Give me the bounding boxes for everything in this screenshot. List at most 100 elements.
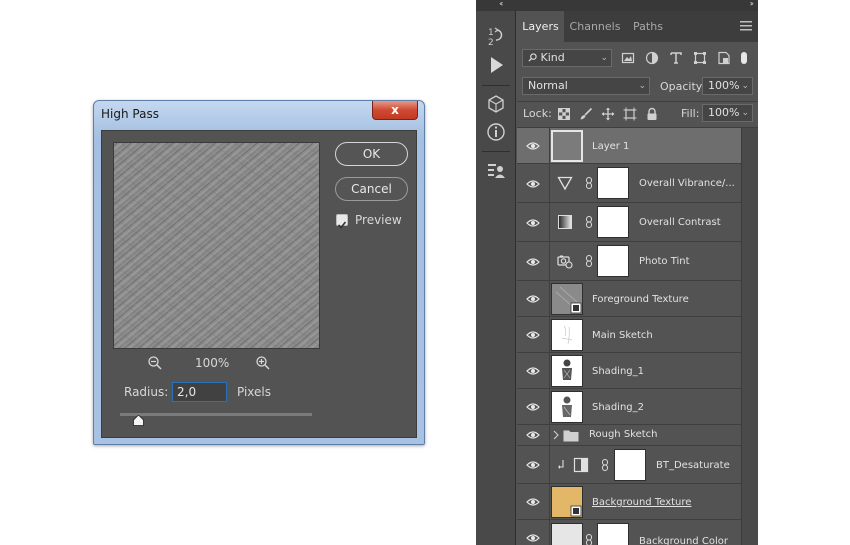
filter-kind-dropdown[interactable]: Kind ⌄: [522, 49, 612, 67]
visibility-eye-icon[interactable]: [526, 179, 540, 189]
layer-row-photo-tint[interactable]: Photo Tint: [517, 242, 741, 281]
visibility-eye-icon[interactable]: [526, 366, 540, 376]
opacity-input[interactable]: 100% ⌄: [702, 77, 753, 95]
layer-thumbnail: [551, 355, 583, 387]
dialog-title: High Pass: [101, 107, 159, 121]
link-chain-icon[interactable]: [585, 216, 593, 228]
visibility-eye-icon[interactable]: [526, 218, 540, 228]
link-chain-icon[interactable]: [601, 459, 609, 471]
row-divider: [549, 317, 550, 352]
radius-input[interactable]: 2,0: [172, 382, 227, 402]
layer-row-shading-2[interactable]: Shading_2: [517, 389, 741, 425]
lock-all-icon[interactable]: [645, 107, 659, 121]
layer-mask-thumbnail[interactable]: [614, 449, 646, 481]
clipping-mask-arrow-icon: [558, 460, 564, 469]
visibility-eye-icon[interactable]: [526, 257, 540, 267]
shape-filter-icon[interactable]: [693, 51, 707, 65]
panel-tabs: Layers Channels Paths: [517, 11, 758, 42]
layer-name: Shading_2: [592, 402, 644, 413]
panel-menu-icon[interactable]: [740, 21, 752, 31]
fill-value: 100%: [708, 106, 740, 119]
visibility-eye-icon[interactable]: [526, 330, 540, 340]
svg-text:1: 1: [488, 28, 494, 38]
properties-icon[interactable]: [485, 160, 507, 182]
layer-row-overall-vibrance[interactable]: Overall Vibrance/...: [517, 164, 741, 203]
panel-toolstrip: 1 2: [476, 11, 516, 545]
row-divider: [549, 242, 550, 280]
layer-mask-thumbnail[interactable]: [597, 167, 629, 199]
layer-row-background-color[interactable]: Background Color: [517, 520, 741, 545]
layer-row-rough-sketch-group[interactable]: Rough Sketch: [517, 425, 741, 446]
link-chain-icon[interactable]: [585, 255, 593, 267]
blend-mode-dropdown[interactable]: Normal ⌄: [522, 77, 650, 95]
ok-button[interactable]: OK: [335, 142, 408, 166]
lock-label: Lock:: [523, 107, 552, 120]
zoom-in-icon[interactable]: [255, 355, 271, 371]
lock-artboard-icon[interactable]: [623, 107, 637, 121]
tab-layers[interactable]: Layers: [517, 11, 564, 42]
lock-pixels-brush-icon[interactable]: [579, 107, 593, 121]
preview-checkbox[interactable]: [336, 214, 348, 229]
layer-name: Background Color: [639, 536, 728, 545]
lock-transparent-icon[interactable]: [557, 107, 571, 121]
search-icon: [528, 53, 537, 62]
figure-preview: [562, 359, 572, 380]
chevron-down-icon: ⌄: [741, 108, 749, 118]
visibility-eye-icon[interactable]: [526, 430, 540, 440]
link-chain-icon[interactable]: [585, 534, 593, 545]
smart-object-filter-icon[interactable]: [717, 51, 731, 65]
zoom-value: 100%: [195, 356, 230, 370]
vibrance-icon: [557, 176, 573, 191]
smart-object-badge-icon: [555, 286, 582, 314]
cancel-button[interactable]: Cancel: [335, 177, 408, 201]
radius-slider-track[interactable]: [120, 413, 312, 416]
filter-toggle-icon[interactable]: [740, 51, 748, 65]
layer-row-foreground-texture[interactable]: Foreground Texture: [517, 281, 741, 317]
layer-mask-thumbnail[interactable]: [597, 523, 629, 545]
tab-paths[interactable]: Paths: [626, 11, 670, 42]
layer-row-overall-contrast[interactable]: Overall Contrast: [517, 203, 741, 242]
history-icon[interactable]: 1 2: [485, 25, 507, 47]
lock-position-move-icon[interactable]: [601, 107, 615, 121]
opacity-value: 100%: [708, 79, 740, 92]
collapse-right-icon[interactable]: ››: [750, 0, 755, 8]
toolstrip-divider: [482, 85, 510, 86]
layer-row-background-texture[interactable]: Background Texture: [517, 484, 741, 520]
info-icon[interactable]: [485, 121, 507, 143]
visibility-eye-icon[interactable]: [526, 402, 540, 412]
visibility-eye-icon[interactable]: [526, 141, 540, 151]
layers-scrollbar[interactable]: [741, 128, 758, 545]
photoshop-panels: ‹‹ ›› 1 2 Layers Channels Paths Kind ⌄ N…: [476, 0, 758, 545]
layer-name: Photo Tint: [639, 256, 690, 267]
layer-mask-thumbnail[interactable]: [597, 206, 629, 238]
visibility-eye-icon[interactable]: [526, 497, 540, 507]
radius-label: Radius:: [124, 385, 169, 399]
radius-slider-thumb[interactable]: [133, 415, 144, 426]
tab-channels[interactable]: Channels: [564, 11, 626, 42]
layer-row-main-sketch[interactable]: Main Sketch: [517, 317, 741, 353]
3d-cube-icon[interactable]: [485, 93, 507, 115]
preview-image[interactable]: [113, 142, 320, 349]
row-divider: [549, 484, 550, 519]
layer-row-shading-1[interactable]: Shading_1: [517, 353, 741, 389]
filter-kind-label: Kind: [540, 51, 565, 64]
zoom-out-icon[interactable]: [147, 355, 163, 371]
layer-name: Rough Sketch: [589, 429, 658, 440]
close-button[interactable]: x: [372, 101, 418, 120]
link-chain-icon[interactable]: [585, 177, 593, 189]
adjustment-filter-icon[interactable]: [645, 51, 659, 65]
preview-label: Preview: [355, 213, 402, 227]
actions-play-icon[interactable]: [485, 54, 507, 76]
layer-row-bt-desaturate[interactable]: BT_Desaturate: [517, 446, 741, 484]
layer-row-layer-1[interactable]: Layer 1: [517, 128, 741, 164]
type-filter-icon[interactable]: [669, 51, 683, 65]
collapse-left-icon[interactable]: ‹‹: [499, 0, 504, 8]
layer-mask-thumbnail[interactable]: [597, 245, 629, 277]
visibility-eye-icon[interactable]: [526, 294, 540, 304]
visibility-eye-icon[interactable]: [526, 533, 540, 543]
pixel-filter-icon[interactable]: [621, 51, 635, 65]
fill-input[interactable]: 100% ⌄: [702, 104, 753, 122]
chevron-right-icon[interactable]: [553, 430, 559, 440]
checkmark-icon: [337, 221, 347, 229]
visibility-eye-icon[interactable]: [526, 460, 540, 470]
